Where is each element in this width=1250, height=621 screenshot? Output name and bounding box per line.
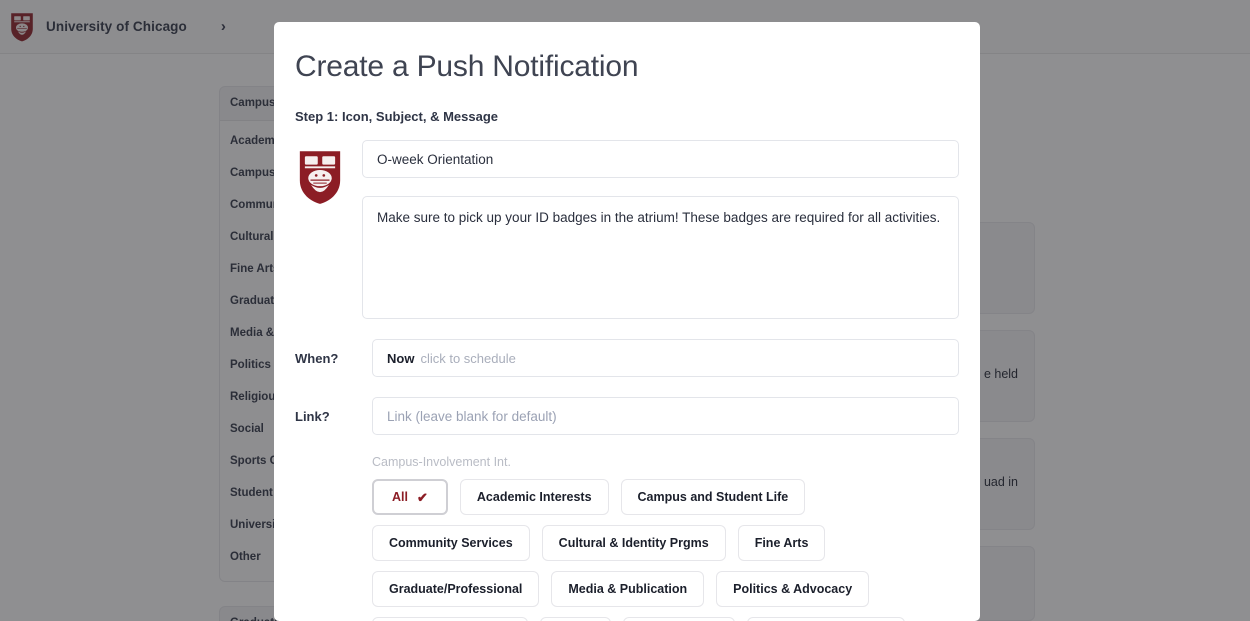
- tag-chip[interactable]: Politics & Advocacy: [716, 571, 870, 607]
- tag-chip-list: All ✔ Academic Interests Campus and Student…: [372, 479, 959, 621]
- tag-chip-label: Academic Interests: [476, 490, 592, 504]
- tag-chip-label: Cultural & Identity Prgms: [558, 536, 709, 550]
- checkmark-icon: ✔: [416, 489, 428, 505]
- tag-chip[interactable]: Religious & Spiritual: [372, 617, 529, 621]
- tag-chip-label: Media & Publication: [568, 582, 688, 596]
- tag-chip[interactable]: Academic Interests: [459, 479, 609, 515]
- tag-chip[interactable]: Fine Arts: [737, 525, 826, 561]
- subject-input[interactable]: [362, 140, 959, 178]
- tag-chip[interactable]: All ✔: [372, 479, 448, 515]
- dialog-title: Create a Push Notification: [295, 50, 639, 83]
- tag-chip-label: Fine Arts: [754, 536, 809, 550]
- tag-chip[interactable]: Campus and Student Life: [620, 479, 806, 515]
- icon-subject-message-row: [295, 140, 959, 319]
- app-root: University of Chicago › Campus-Involveme…: [0, 0, 1250, 621]
- tag-chip[interactable]: Cultural & Identity Prgms: [541, 525, 726, 561]
- tag-chip[interactable]: Student Government: [746, 617, 905, 621]
- when-hint: click to schedule: [420, 351, 516, 366]
- tag-chip-label: Campus and Student Life: [637, 490, 789, 504]
- step-label: Step 1: Icon, Subject, & Message: [295, 109, 498, 124]
- tag-chip-label: Community Services: [389, 536, 513, 550]
- subject-message-fields: [362, 140, 959, 319]
- link-input[interactable]: [372, 397, 959, 435]
- message-input[interactable]: [362, 196, 959, 319]
- tag-chip[interactable]: Graduate/Professional: [372, 571, 540, 607]
- when-schedule-field[interactable]: Now click to schedule: [372, 339, 959, 377]
- create-push-notification-dialog: Create a Push Notification Step 1: Icon,…: [274, 22, 980, 621]
- link-label: Link?: [295, 409, 330, 424]
- tag-chip[interactable]: Sports Clubs: [623, 617, 735, 621]
- tag-chip-label: All: [392, 490, 408, 504]
- tag-chip[interactable]: Community Services: [372, 525, 530, 561]
- tag-chip[interactable]: Media & Publication: [551, 571, 705, 607]
- when-value: Now: [387, 351, 415, 366]
- tag-group-label: Campus-Involvement Int.: [372, 455, 511, 469]
- when-row: When? Now click to schedule: [295, 339, 959, 377]
- uchicago-crest-icon[interactable]: [295, 149, 345, 205]
- tag-chip[interactable]: Social: [540, 617, 612, 621]
- link-row: Link?: [295, 397, 959, 435]
- when-label: When?: [295, 351, 339, 366]
- tag-chip-label: Graduate/Professional: [389, 582, 523, 596]
- tag-selector: Campus-Involvement Int. All ✔ Academic Int…: [372, 455, 959, 621]
- tag-chip-label: Politics & Advocacy: [733, 582, 853, 596]
